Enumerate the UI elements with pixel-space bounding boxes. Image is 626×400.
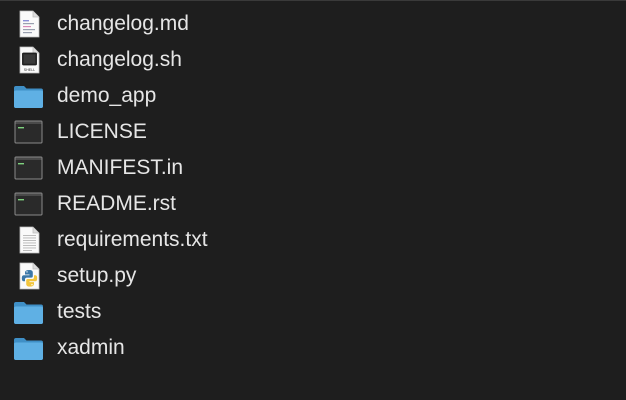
terminal-document-icon [13, 190, 44, 218]
shell-icon-text: SHELL [24, 68, 35, 72]
list-item-license[interactable]: LICENSE [0, 114, 626, 150]
python-file-icon [13, 262, 44, 290]
list-item-requirements-txt[interactable]: requirements.txt [0, 222, 626, 258]
list-item-demo-app[interactable]: demo_app [0, 78, 626, 114]
folder-icon [13, 334, 44, 362]
markdown-file-icon [13, 10, 44, 38]
folder-icon [13, 298, 44, 326]
terminal-document-icon [13, 118, 44, 146]
file-name: README.rst [57, 192, 177, 215]
file-name: requirements.txt [57, 228, 208, 251]
list-item-setup-py[interactable]: setup.py [0, 258, 626, 294]
list-item-changelog-md[interactable]: changelog.md [0, 6, 626, 42]
file-list: changelog.md SHELL changelog.sh demo_app… [0, 6, 626, 366]
file-name: xadmin [57, 336, 125, 359]
terminal-document-icon [13, 154, 44, 182]
list-item-changelog-sh[interactable]: SHELL changelog.sh [0, 42, 626, 78]
file-name: LICENSE [57, 120, 147, 143]
file-name: MANIFEST.in [57, 156, 184, 179]
file-name: tests [57, 300, 102, 323]
list-item-readme-rst[interactable]: README.rst [0, 186, 626, 222]
file-name: setup.py [57, 264, 137, 287]
folder-icon [13, 82, 44, 110]
list-item-tests[interactable]: tests [0, 294, 626, 330]
list-item-xadmin[interactable]: xadmin [0, 330, 626, 366]
shell-script-file-icon: SHELL [13, 46, 44, 74]
file-name: changelog.sh [57, 48, 182, 71]
text-file-icon [13, 226, 44, 254]
file-name: demo_app [57, 84, 157, 107]
list-item-manifest-in[interactable]: MANIFEST.in [0, 150, 626, 186]
file-list-window: changelog.md SHELL changelog.sh demo_app… [0, 0, 626, 400]
file-name: changelog.md [57, 12, 189, 35]
